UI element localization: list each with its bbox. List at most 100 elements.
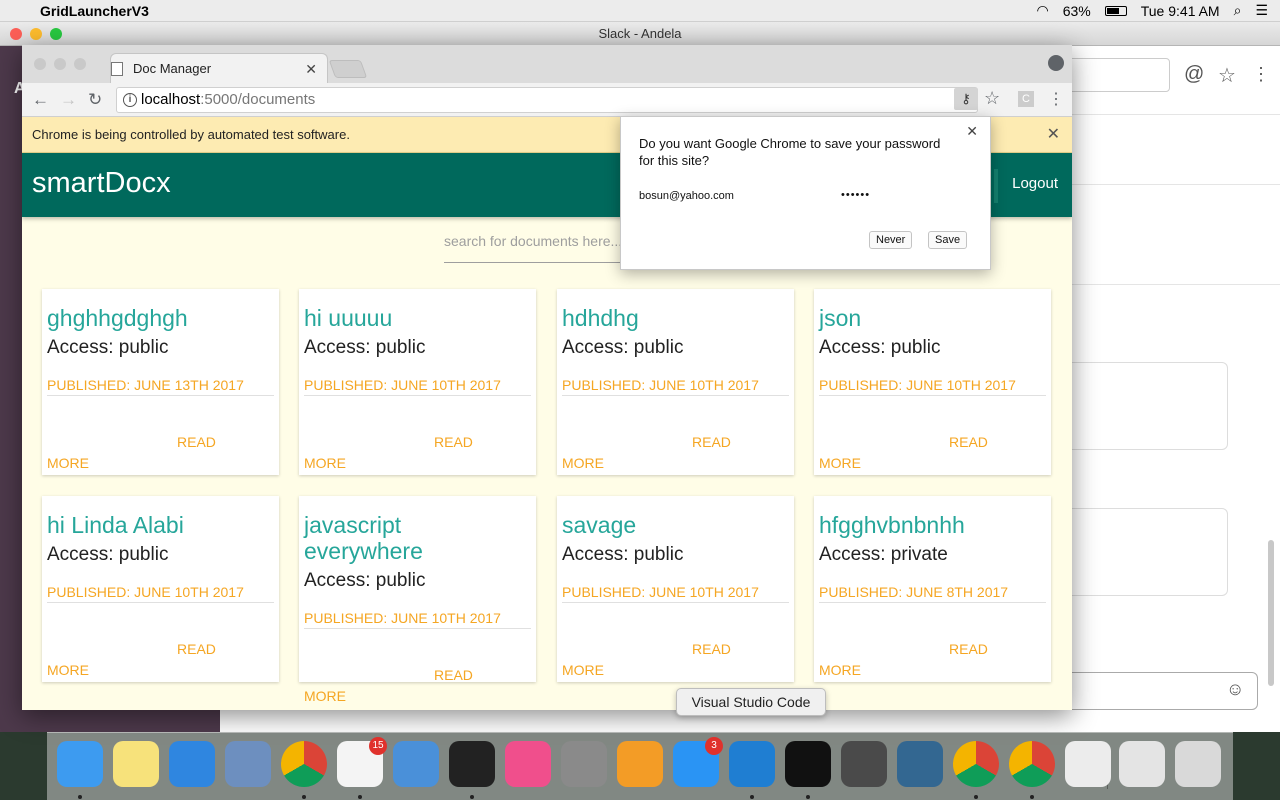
read-more-link[interactable]: READ — [434, 434, 473, 450]
read-more-link[interactable]: MORE — [304, 455, 346, 471]
chrome-menu-icon[interactable]: ⋮ — [1048, 89, 1064, 109]
minimize-window-button[interactable] — [30, 28, 42, 40]
wifi-icon[interactable]: ◠ — [1036, 2, 1048, 19]
document-access: Access: public — [562, 544, 684, 565]
menubar-status-area: ◠ 63% Tue 9:41 AM ⌕ ☰ — [1036, 2, 1280, 19]
star-icon[interactable]: ☆ — [1218, 63, 1236, 88]
minimize-window-button[interactable] — [54, 58, 66, 70]
chrome-icon[interactable] — [1009, 741, 1055, 787]
clock[interactable]: Tue 9:41 AM — [1141, 3, 1220, 19]
document-card[interactable]: hi uuuuu Access: public PUBLISHED: JUNE 10… — [299, 289, 536, 475]
new-tab-button[interactable] — [328, 60, 368, 78]
read-more-link[interactable]: MORE — [819, 455, 861, 471]
zoom-window-button[interactable] — [74, 58, 86, 70]
slack-scrollbar[interactable] — [1268, 540, 1274, 686]
document-title[interactable]: hi Linda Alabi — [47, 512, 274, 538]
document-title[interactable]: ghghhgdghgh — [47, 305, 274, 331]
read-more-link[interactable]: MORE — [562, 662, 604, 678]
keynote-icon[interactable] — [393, 741, 439, 787]
tab-doc-manager[interactable]: Doc Manager ✕ — [110, 53, 328, 83]
reload-icon[interactable]: ↻ — [88, 90, 102, 110]
forward-arrow-icon[interactable]: → — [60, 90, 77, 110]
document-card[interactable]: hdhdhg Access: public PUBLISHED: JUNE 10TH… — [557, 289, 794, 475]
brand-logo[interactable]: smartDocx — [32, 167, 171, 200]
saved-username[interactable]: bosun@yahoo.com — [639, 190, 734, 202]
read-more-link[interactable]: MORE — [47, 455, 89, 471]
read-more-link[interactable]: READ — [177, 434, 216, 450]
read-more-link[interactable]: READ — [949, 641, 988, 657]
notification-badge: 15 — [369, 737, 387, 755]
close-tab-icon[interactable]: ✕ — [305, 54, 317, 84]
trash-icon[interactable] — [1175, 741, 1221, 787]
document-card[interactable]: ghghhgdghgh Access: public PUBLISHED: JUNE… — [42, 289, 279, 475]
password-key-icon[interactable]: ⚷ — [954, 88, 978, 110]
logout-link[interactable]: Logout — [1012, 175, 1058, 192]
terminal-icon[interactable] — [449, 741, 495, 787]
document-published-date: PUBLISHED: JUNE 10TH 2017 — [304, 610, 531, 629]
never-button[interactable]: Never — [869, 231, 913, 249]
close-icon[interactable]: ✕ — [966, 123, 978, 140]
document-title[interactable]: hfgghvbnbnhh — [819, 512, 1046, 538]
read-more-link[interactable]: READ — [177, 641, 216, 657]
close-window-button[interactable] — [34, 58, 46, 70]
close-window-button[interactable] — [10, 28, 22, 40]
document-title[interactable]: hdhdhg — [562, 305, 789, 331]
address-bar[interactable]: i localhost:5000/documents — [116, 87, 978, 113]
document-title[interactable]: json — [819, 305, 1046, 331]
read-more-link[interactable]: READ — [692, 434, 731, 450]
running-indicator — [974, 795, 978, 799]
finder-window-icon[interactable] — [1119, 741, 1165, 787]
saved-password[interactable]: •••••• — [841, 189, 870, 201]
battery-percent[interactable]: 63% — [1063, 3, 1091, 19]
bookmark-star-icon[interactable]: ☆ — [984, 88, 1000, 109]
preview-icon[interactable] — [225, 741, 271, 787]
safari-icon[interactable] — [169, 741, 215, 787]
itunes-icon[interactable] — [505, 741, 551, 787]
read-more-link[interactable]: READ — [692, 641, 731, 657]
app-name-menu[interactable]: GridLauncherV3 — [40, 3, 149, 19]
ibooks-icon[interactable] — [617, 741, 663, 787]
document-card[interactable]: json Access: public PUBLISHED: JUNE 10TH 2… — [814, 289, 1051, 475]
document-title[interactable]: javascript everywhere — [304, 512, 474, 564]
read-more-link[interactable]: READ — [949, 434, 988, 450]
battery-icon[interactable] — [1104, 5, 1127, 16]
read-more-link[interactable]: MORE — [819, 662, 861, 678]
read-more-link[interactable]: MORE — [47, 662, 89, 678]
zoom-window-button[interactable] — [50, 28, 62, 40]
spotlight-search-icon[interactable]: ⌕ — [1234, 2, 1242, 19]
back-arrow-icon[interactable]: ← — [32, 90, 49, 110]
slack-search-input[interactable] — [1060, 58, 1170, 92]
document-card[interactable]: savage Access: public PUBLISHED: JUNE 10TH… — [557, 496, 794, 682]
chrome-icon[interactable] — [281, 741, 327, 787]
more-icon[interactable]: ⋮ — [1252, 64, 1270, 85]
mentions-icon[interactable]: @ — [1184, 63, 1204, 86]
sublime-text-icon[interactable] — [841, 741, 887, 787]
document-title[interactable]: savage — [562, 512, 789, 538]
emoji-icon[interactable]: ☺ — [1226, 679, 1244, 700]
iterm-icon[interactable] — [785, 741, 831, 787]
document-title[interactable]: hi uuuuu — [304, 305, 531, 331]
notification-badge: 3 — [705, 737, 723, 755]
vscode-icon[interactable] — [729, 741, 775, 787]
slack-titlebar: Slack - Andela — [0, 22, 1280, 46]
notes-icon[interactable] — [113, 741, 159, 787]
search-input[interactable]: search for documents here... — [444, 229, 644, 263]
chrome-icon[interactable] — [953, 741, 999, 787]
read-more-link[interactable]: MORE — [304, 688, 346, 704]
dock-tooltip: Visual Studio Code — [676, 688, 826, 716]
java-icon[interactable] — [1065, 741, 1111, 787]
read-more-link[interactable]: READ — [434, 667, 473, 683]
document-card[interactable]: hfgghvbnbnhh Access: private PUBLISHED: JU… — [814, 496, 1051, 682]
infobar-close-icon[interactable]: ✕ — [1047, 117, 1060, 153]
system-preferences-icon[interactable] — [561, 741, 607, 787]
save-button[interactable]: Save — [928, 231, 968, 249]
finder-icon[interactable] — [57, 741, 103, 787]
extension-icon[interactable]: C — [1018, 91, 1034, 107]
postgres-icon[interactable] — [897, 741, 943, 787]
document-card[interactable]: javascript everywhere Access: public PUBLI… — [299, 496, 536, 704]
document-card[interactable]: hi Linda Alabi Access: public PUBLISHED: J… — [42, 496, 279, 682]
read-more-link[interactable]: MORE — [562, 455, 604, 471]
notification-center-icon[interactable]: ☰ — [1255, 2, 1268, 19]
profile-icon[interactable] — [1048, 55, 1064, 71]
site-info-icon[interactable]: i — [123, 93, 137, 107]
